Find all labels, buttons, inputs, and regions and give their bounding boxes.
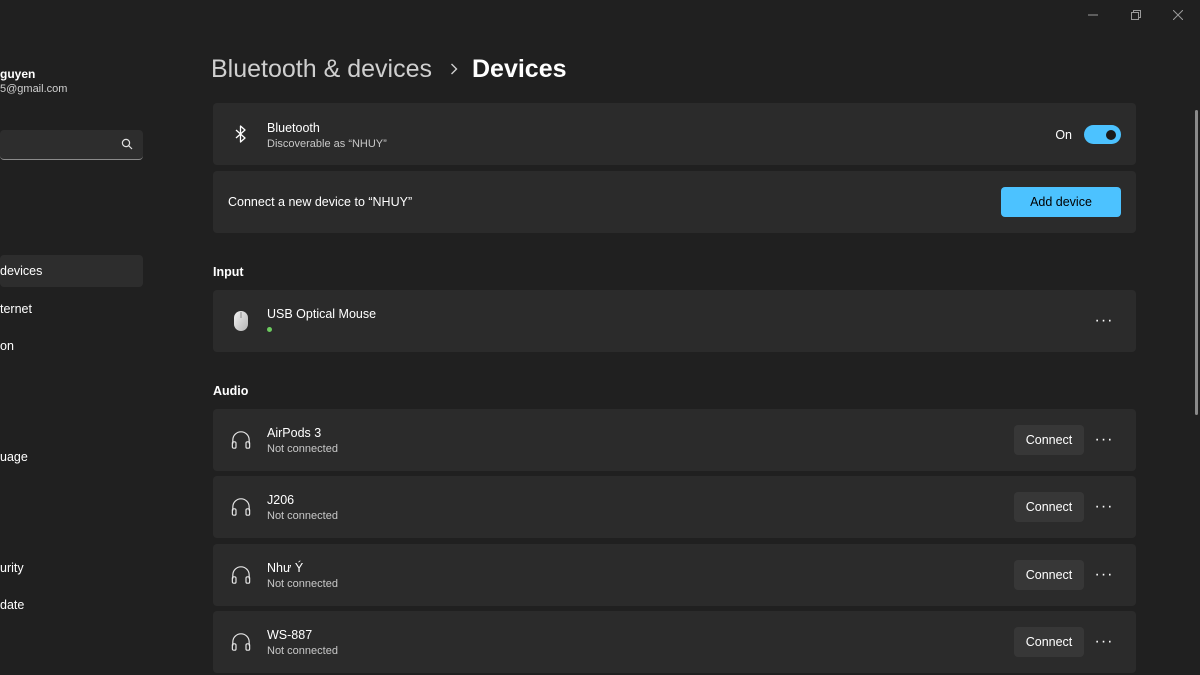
connect-button[interactable]: Connect (1014, 627, 1084, 657)
bluetooth-toggle[interactable] (1084, 125, 1121, 144)
search-box[interactable] (0, 130, 143, 160)
bluetooth-subtitle: Discoverable as “NHUY” (267, 138, 387, 150)
page-title: Devices (471, 54, 567, 83)
add-device-text: Connect a new device to “NHUY” (228, 195, 413, 209)
headphones-icon (231, 565, 251, 585)
device-status: Not connected (267, 510, 338, 522)
device-status: Not connected (267, 578, 338, 590)
sidebar-item-personalization[interactable]: on (0, 330, 14, 362)
sidebar-item-windows-update[interactable]: date (0, 589, 24, 621)
connect-button[interactable]: Connect (1014, 492, 1084, 522)
minimize-icon[interactable] (1079, 4, 1107, 26)
device-status: Not connected (267, 443, 338, 455)
profile-name: guyen (0, 67, 36, 81)
more-options-button[interactable]: ··· (1092, 630, 1116, 654)
headphones-icon (231, 497, 251, 517)
bluetooth-title: Bluetooth (267, 121, 320, 135)
device-status: Not connected (267, 645, 338, 657)
device-name: Như Ý (267, 561, 304, 575)
bluetooth-card: Bluetooth Discoverable as “NHUY” On (213, 103, 1136, 165)
add-device-card: Connect a new device to “NHUY” Add devic… (213, 171, 1136, 233)
headphones-icon (231, 430, 251, 450)
device-name: AirPods 3 (267, 426, 322, 440)
bluetooth-icon (231, 124, 251, 144)
connected-status-dot (267, 327, 272, 332)
add-device-button[interactable]: Add device (1001, 187, 1121, 217)
sidebar-item-network-internet[interactable]: ternet (0, 293, 32, 325)
device-card-j206[interactable]: J206 Not connected Connect ··· (213, 476, 1136, 538)
device-card-nhu-y[interactable]: Như Ý Not connected Connect ··· (213, 544, 1136, 606)
device-card-airpods[interactable]: AirPods 3 Not connected Connect ··· (213, 409, 1136, 471)
device-name: WS-887 (267, 628, 313, 642)
more-options-button[interactable]: ··· (1092, 428, 1116, 452)
device-card-mouse[interactable]: USB Optical Mouse ··· (213, 290, 1136, 352)
profile-email: 5@gmail.com (0, 83, 68, 95)
search-input[interactable] (0, 130, 110, 158)
device-name: USB Optical Mouse (267, 307, 377, 321)
section-input: Input (213, 265, 244, 279)
toggle-knob (1106, 129, 1116, 140)
device-card-ws-887[interactable]: WS-887 Not connected Connect ··· (213, 611, 1136, 673)
close-icon[interactable] (1164, 4, 1192, 26)
sidebar-item-privacy-security[interactable]: urity (0, 552, 24, 584)
mouse-icon (231, 311, 251, 331)
sidebar-item-bluetooth-devices[interactable]: devices (0, 255, 143, 287)
connect-button[interactable]: Connect (1014, 560, 1084, 590)
chevron-right-icon (450, 63, 458, 75)
device-name: J206 (267, 493, 295, 507)
headphones-icon (231, 632, 251, 652)
search-icon[interactable] (121, 138, 133, 150)
scrollbar[interactable] (1195, 110, 1198, 415)
breadcrumb-parent[interactable]: Bluetooth & devices (211, 55, 432, 84)
section-audio: Audio (213, 384, 249, 398)
connect-button[interactable]: Connect (1014, 425, 1084, 455)
restore-icon[interactable] (1122, 4, 1150, 26)
more-options-button[interactable]: ··· (1092, 309, 1116, 333)
toggle-state-label: On (1055, 128, 1072, 142)
breadcrumb: Bluetooth & devices Devices (211, 52, 567, 86)
more-options-button[interactable]: ··· (1092, 563, 1116, 587)
sidebar-item-time-language[interactable]: uage (0, 441, 28, 473)
more-options-button[interactable]: ··· (1092, 495, 1116, 519)
